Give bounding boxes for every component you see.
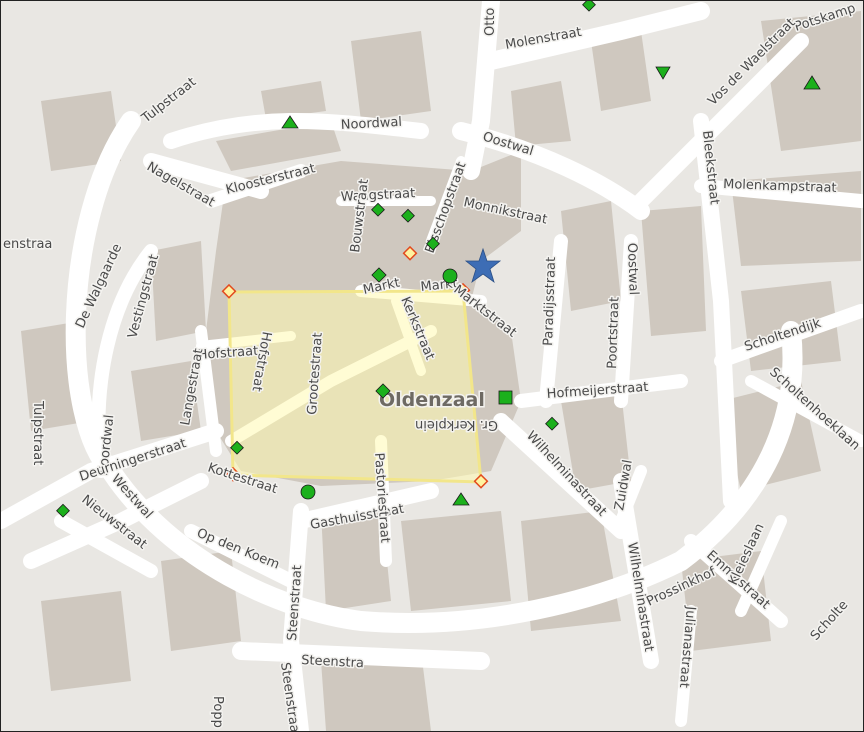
label-enstraa: enstraa [3,237,52,252]
label-tulpstraat-left: Tulpstraat [30,400,45,465]
label-popp: Popp [210,696,225,728]
label-julianastraat: Julianastraat [676,605,698,689]
marker-square-kerkplein[interactable] [498,390,513,405]
building-block-n2 [351,31,431,121]
label-oostwal-right: Oostwal [624,243,641,296]
town-label: Oldenzaal [379,389,485,411]
building-block-s2 [401,511,511,611]
marker-diamond-wilhelminastraat[interactable] [545,416,559,431]
marker-triangle-down-north[interactable] [655,66,671,80]
marker-diamond-top[interactable] [582,1,596,12]
label-noordwal: Noordwal [340,115,402,133]
marker-triangle-gasthuisstraat[interactable] [452,492,470,506]
marker-circle-markt[interactable] [442,268,458,284]
selection-area[interactable] [227,289,483,484]
label-steenstra: Steenstra [301,653,364,671]
label-scholte: Scholte [808,598,851,644]
label-paradijsstraat: Paradijsstraat [541,257,559,347]
label-gr-kerkplein: Gr. Kerkplein [415,417,498,432]
building-block-s5 [41,591,131,691]
marker-circle-gasthuisstraat[interactable] [300,484,316,500]
map-view[interactable]: Otto Molenstraat Potskamp Vos de Waelstr… [0,0,864,732]
label-otto: Otto [483,8,498,36]
building-block-e2 [641,206,706,336]
building-block-e1 [561,201,621,311]
map-canvas[interactable]: Otto Molenstraat Potskamp Vos de Waelstr… [1,1,863,731]
label-poortstraat: Poortstraat [605,297,623,369]
label-tulpstraat-top: Tulpstraat [138,75,199,127]
building-block-n4 [511,81,571,146]
